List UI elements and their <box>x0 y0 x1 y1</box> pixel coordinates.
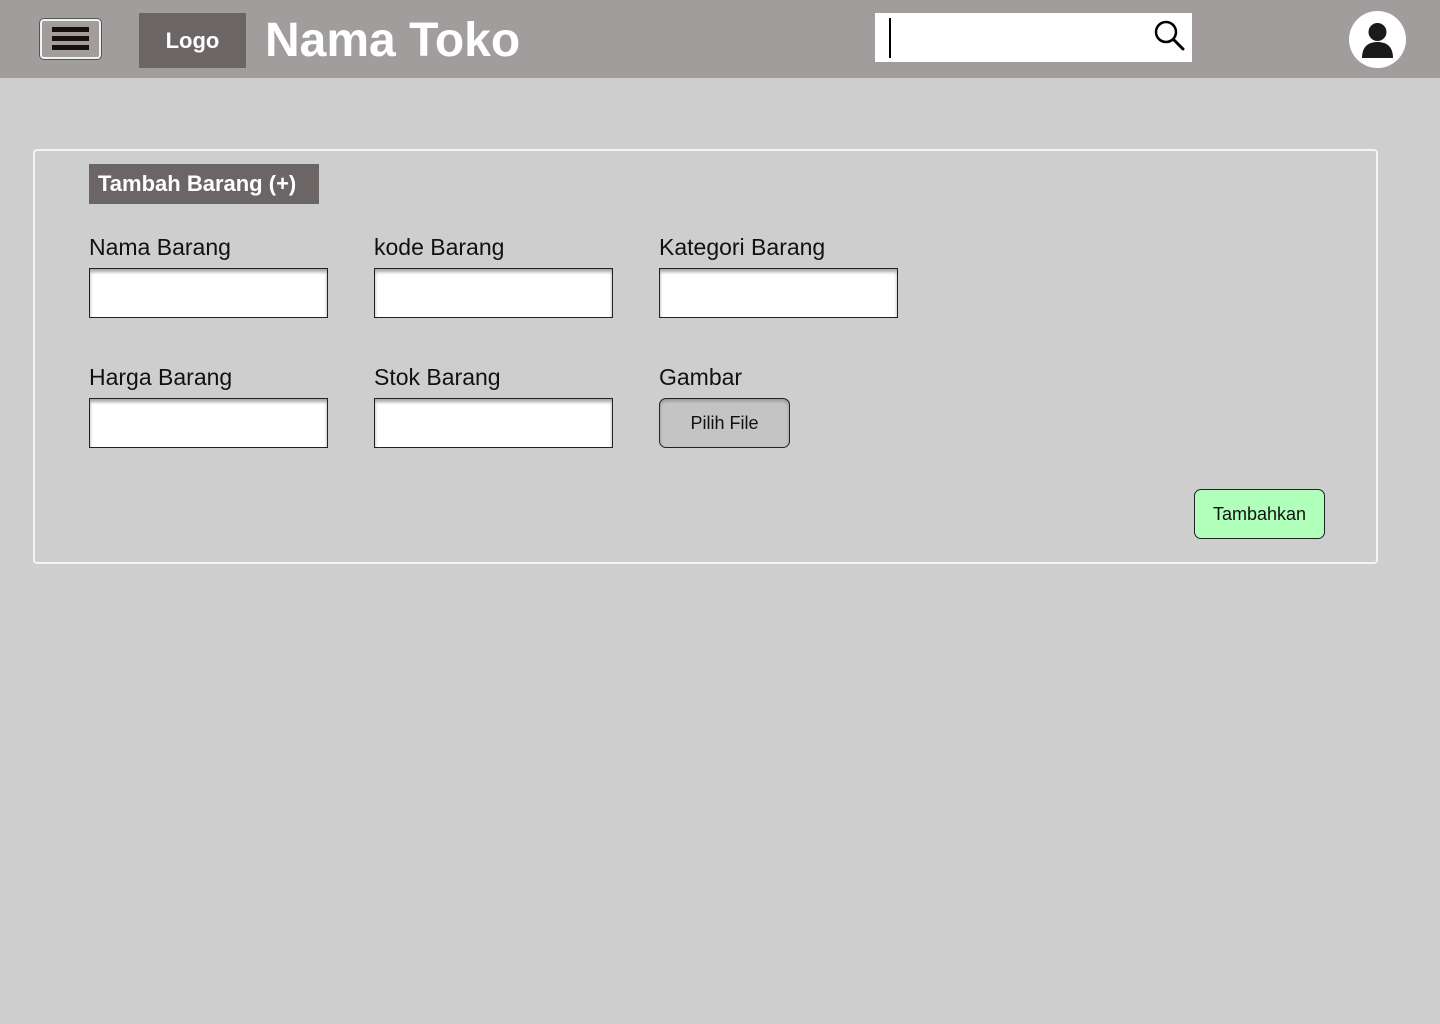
harga-barang-input[interactable] <box>89 398 328 448</box>
hamburger-menu-icon-bar-1 <box>52 27 89 32</box>
harga-barang-label: Harga Barang <box>89 364 233 390</box>
gambar-label: Gambar <box>659 364 743 390</box>
nama-barang-label: Nama Barang <box>89 234 231 260</box>
kategori-barang-label: Kategori Barang <box>659 234 826 260</box>
search-bar[interactable] <box>875 13 1192 62</box>
kategori-barang-input[interactable] <box>659 268 898 318</box>
kode-barang-input[interactable] <box>374 268 613 318</box>
add-item-submit-button[interactable]: Tambahkan <box>1194 489 1325 539</box>
nama-barang-input[interactable] <box>89 268 328 318</box>
kode-barang-label: kode Barang <box>374 234 505 260</box>
add-item-form-panel <box>33 149 1378 564</box>
user-icon <box>1362 23 1393 58</box>
hamburger-menu-button[interactable] <box>40 19 101 59</box>
hamburger-menu-icon-bar-3 <box>52 45 89 50</box>
stok-barang-input[interactable] <box>374 398 613 448</box>
choose-file-button[interactable]: Pilih File <box>659 398 790 448</box>
user-avatar-button[interactable] <box>1349 11 1406 68</box>
form-title: Tambah Barang (+) <box>89 164 319 204</box>
stok-barang-label: Stok Barang <box>374 364 501 390</box>
logo[interactable]: Logo <box>139 13 246 68</box>
store-name-title: Nama Toko <box>265 14 521 67</box>
top-navbar: Logo Nama Toko <box>0 0 1440 78</box>
text-cursor <box>889 18 891 58</box>
hamburger-menu-icon-bar-2 <box>52 36 89 41</box>
search-input[interactable] <box>889 18 1144 56</box>
search-icon[interactable] <box>1153 19 1185 51</box>
